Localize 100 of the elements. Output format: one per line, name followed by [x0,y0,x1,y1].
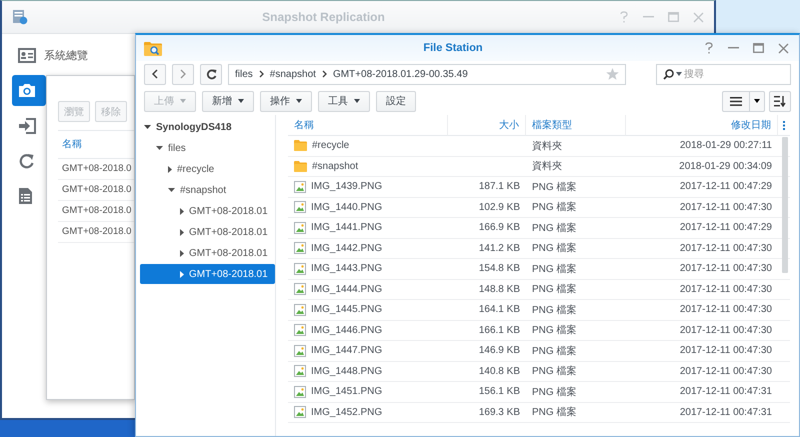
chevron-icon [322,70,327,78]
file-type: PNG 檔案 [532,406,576,420]
file-type: PNG 檔案 [532,222,576,235]
help-icon[interactable] [704,42,714,54]
image-file-icon [294,222,306,234]
file-name-cell[interactable]: IMG_1440.PNG [288,198,448,218]
file-name-cell[interactable]: #snapshot [288,156,448,177]
sidebar-item[interactable]: 系統總覽 [12,40,128,71]
column-header[interactable]: 名稱 [58,130,134,159]
file-type: PNG 檔案 [532,344,576,358]
list-view-icon [730,96,742,106]
toolbar-button[interactable]: 工具 [318,90,370,112]
column-header[interactable]: 大小 [448,115,526,136]
view-mode-button[interactable] [722,90,765,112]
collapsed-arrow-icon[interactable] [180,228,184,236]
modified-date: 2017-12-11 00:47:30 [680,202,772,213]
file-type: PNG 檔案 [532,262,576,276]
file-name-cell[interactable]: IMG_1447.PNG [288,341,448,362]
file-name-cell[interactable]: IMG_1442.PNG [288,238,448,259]
file-size-cell: 148.8 KB [448,280,526,300]
expanded-arrow-icon[interactable] [168,188,175,192]
minimize-icon[interactable] [728,47,739,49]
forward-button[interactable] [172,64,194,84]
file-size-cell: 187.1 KB [448,177,526,198]
path-segment[interactable]: #snapshot [270,68,316,80]
file-size-cell: 164.1 KB [448,300,526,320]
refresh-icon [18,152,35,168]
folder-search-icon [144,40,162,56]
snapshot-row[interactable]: GMT+08-2018.0 [58,222,134,243]
file-name-cell[interactable]: IMG_1441.PNG [288,218,448,238]
caret-icon [676,72,682,76]
modified-date: 2017-12-11 00:47:30 [680,345,772,356]
tree-item[interactable]: #recycle [140,159,275,179]
collapsed-arrow-icon[interactable] [180,208,184,214]
maximize-icon[interactable] [753,43,764,53]
search-icon[interactable] [663,68,674,80]
toolbar-button[interactable]: 設定 [376,90,416,112]
expanded-arrow-icon[interactable] [144,125,151,129]
sidebar-item[interactable] [12,75,46,106]
image-file-icon [294,406,306,418]
collapsed-arrow-icon[interactable] [180,250,184,256]
file-name-cell[interactable]: IMG_1444.PNG [288,280,448,300]
path-segment[interactable]: files [235,68,253,80]
folder-icon [294,140,307,152]
image-file-icon [294,242,306,254]
tree-item[interactable]: GMT+08-2018.01 [140,222,275,242]
tree-item[interactable]: #snapshot [140,180,275,200]
file-type: PNG 檔案 [532,364,576,378]
image-file-icon [294,365,306,378]
file-name-cell[interactable]: IMG_1445.PNG [288,300,448,320]
tree-item[interactable]: GMT+08-2018.01 [140,243,275,263]
sort-button[interactable] [769,90,791,112]
star-icon[interactable] [606,68,619,80]
scrollbar[interactable] [782,137,788,273]
collapsed-arrow-icon[interactable] [180,270,184,278]
tree-item[interactable]: GMT+08-2018.01 [140,201,275,221]
toolbar-button[interactable]: 操作 [260,90,312,112]
snapshot-row[interactable]: GMT+08-2018.0 [58,180,134,201]
column-header[interactable]: 修改日期 [626,115,778,136]
file-type: 資料夾 [532,140,562,153]
file-name-cell[interactable]: IMG_1452.PNG [288,402,448,423]
camera-icon [18,83,36,98]
file-type: PNG 檔案 [532,304,576,317]
window-title: Snapshot Replication [261,10,386,24]
file-name-cell[interactable]: #recycle [288,136,448,156]
snapshot-row[interactable]: GMT+08-2018.0 [58,159,134,180]
column-header[interactable]: 檔案類型 [526,115,626,136]
tree-item[interactable]: files [140,138,275,158]
window-title: File Station [422,42,484,54]
file-name-cell[interactable]: IMG_1439.PNG [288,177,448,198]
toolbar-button[interactable]: 新增 [202,90,254,112]
expanded-arrow-icon[interactable] [156,146,163,150]
image-file-icon [294,304,306,316]
tree-item[interactable]: GMT+08-2018.01 [140,264,275,284]
file-type: PNG 檔案 [532,200,576,214]
collapsed-arrow-icon[interactable] [168,166,172,172]
close-icon[interactable] [778,42,789,54]
file-type: PNG 檔案 [532,324,576,338]
search-box[interactable]: 搜尋 [656,64,791,84]
modified-date: 2017-12-11 00:47:30 [680,324,772,336]
id-card-icon [18,48,36,63]
modified-date: 2017-12-11 00:47:30 [680,304,772,316]
file-name-cell[interactable]: IMG_1451.PNG [288,382,448,402]
chevron-icon [258,70,264,78]
image-file-icon [294,180,306,193]
column-header[interactable]: 名稱 [288,115,448,136]
file-name-cell[interactable]: IMG_1443.PNG [288,259,448,280]
path-segment[interactable]: GMT+08-2018.01.29-00.35.49 [332,68,468,80]
modified-date: 2017-12-11 00:47:30 [680,366,772,377]
file-name-cell[interactable]: IMG_1446.PNG [288,320,448,341]
snapshot-row[interactable]: GMT+08-2018.0 [58,201,134,222]
refresh-button[interactable] [200,64,222,84]
modified-date: 2017-12-11 00:47:30 [680,242,772,254]
path-field[interactable]: files #snapshot GMT+08-2018.01.29-00.35.49 [228,64,626,84]
back-button[interactable] [144,64,166,84]
tree-item[interactable]: SynologyDS418 [140,117,275,137]
file-size-cell: 166.1 KB [448,320,526,341]
forward-icon [180,69,186,79]
image-file-icon [294,344,306,357]
file-name-cell[interactable]: IMG_1448.PNG [288,362,448,382]
